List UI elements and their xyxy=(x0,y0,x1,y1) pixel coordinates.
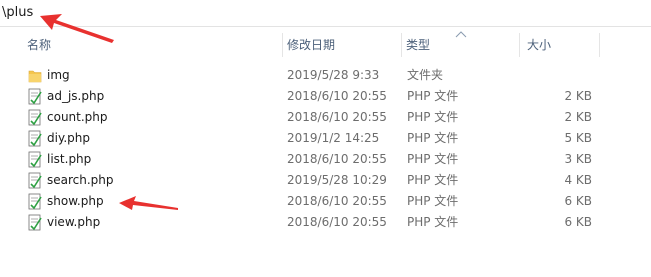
file-date: 2019/1/2 14:25 xyxy=(287,131,380,145)
file-name: search.php xyxy=(47,173,114,187)
php-file-icon xyxy=(28,151,42,168)
php-file-icon xyxy=(28,193,42,210)
file-size: 4 KB xyxy=(564,173,592,187)
file-row-show[interactable]: show.php 2018/6/10 20:55 PHP 文件 6 KB xyxy=(0,191,651,212)
column-header-date-label: 修改日期 xyxy=(287,38,336,52)
annotation-arrow-address xyxy=(40,14,114,43)
file-name: diy.php xyxy=(47,131,90,145)
file-row-ad-js[interactable]: ad_js.php 2018/6/10 20:55 PHP 文件 2 KB xyxy=(0,86,651,107)
file-row-diy[interactable]: diy.php 2019/1/2 14:25 PHP 文件 5 KB xyxy=(0,128,651,149)
php-file-icon xyxy=(28,88,42,105)
file-type: 文件夹 xyxy=(407,68,444,82)
file-size: 2 KB xyxy=(564,110,592,124)
column-divider[interactable] xyxy=(599,33,600,57)
file-type: PHP 文件 xyxy=(407,131,459,145)
file-date: 2018/6/10 20:55 xyxy=(287,152,387,166)
php-file-icon xyxy=(28,109,42,126)
file-date: 2018/6/10 20:55 xyxy=(287,89,387,103)
file-size: 2 KB xyxy=(564,89,592,103)
file-type: PHP 文件 xyxy=(407,173,459,187)
file-date: 2018/6/10 20:55 xyxy=(287,215,387,229)
address-path: \plus xyxy=(2,5,34,20)
file-date: 2019/5/28 9:33 xyxy=(287,68,380,82)
file-row-count[interactable]: count.php 2018/6/10 20:55 PHP 文件 2 KB xyxy=(0,107,651,128)
file-date: 2018/6/10 20:55 xyxy=(287,110,387,124)
file-size: 3 KB xyxy=(564,152,592,166)
column-divider[interactable] xyxy=(519,33,520,57)
php-file-icon xyxy=(28,172,42,189)
file-row-search[interactable]: search.php 2019/5/28 10:29 PHP 文件 4 KB xyxy=(0,170,651,191)
file-size: 6 KB xyxy=(564,215,592,229)
column-header-date[interactable]: 修改日期 xyxy=(287,33,399,57)
php-file-icon xyxy=(28,130,42,147)
file-type: PHP 文件 xyxy=(407,194,459,208)
file-name: img xyxy=(47,68,70,82)
file-row-view[interactable]: view.php 2018/6/10 20:55 PHP 文件 6 KB xyxy=(0,212,651,233)
file-type: PHP 文件 xyxy=(407,110,459,124)
file-row-list[interactable]: list.php 2018/6/10 20:55 PHP 文件 3 KB xyxy=(0,149,651,170)
file-date: 2019/5/28 10:29 xyxy=(287,173,387,187)
file-name: show.php xyxy=(47,194,104,208)
file-type: PHP 文件 xyxy=(407,215,459,229)
column-header-type[interactable]: 类型 xyxy=(406,33,516,57)
php-file-icon xyxy=(28,214,42,231)
file-name: list.php xyxy=(47,152,92,166)
column-header-type-label: 类型 xyxy=(406,38,431,52)
file-date: 2018/6/10 20:55 xyxy=(287,194,387,208)
column-header-size-label: 大小 xyxy=(527,38,552,52)
file-row-img[interactable]: img 2019/5/28 9:33 文件夹 xyxy=(0,65,651,86)
file-name: view.php xyxy=(47,215,101,229)
file-size: 5 KB xyxy=(564,131,592,145)
folder-icon xyxy=(28,70,42,83)
column-divider[interactable] xyxy=(282,33,283,57)
file-size: 6 KB xyxy=(564,194,592,208)
file-type: PHP 文件 xyxy=(407,152,459,166)
annotation-arrow-show-php xyxy=(119,196,178,210)
column-divider[interactable] xyxy=(401,33,402,57)
file-type: PHP 文件 xyxy=(407,89,459,103)
file-name: ad_js.php xyxy=(47,89,105,103)
column-header-size[interactable]: 大小 xyxy=(527,33,597,57)
file-name: count.php xyxy=(47,110,108,124)
